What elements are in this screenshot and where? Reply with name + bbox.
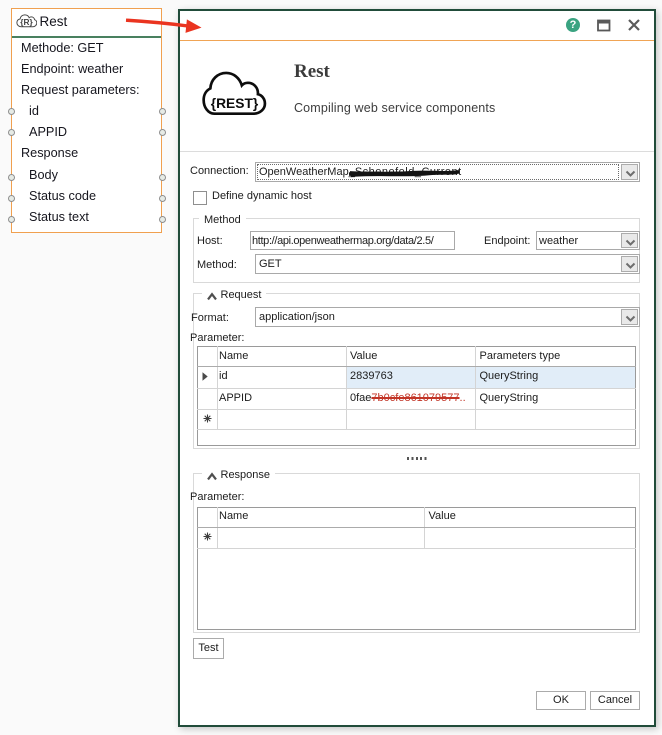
svg-text:{REST}: {REST} [210, 95, 258, 111]
svg-text:{R}: {R} [20, 17, 33, 27]
